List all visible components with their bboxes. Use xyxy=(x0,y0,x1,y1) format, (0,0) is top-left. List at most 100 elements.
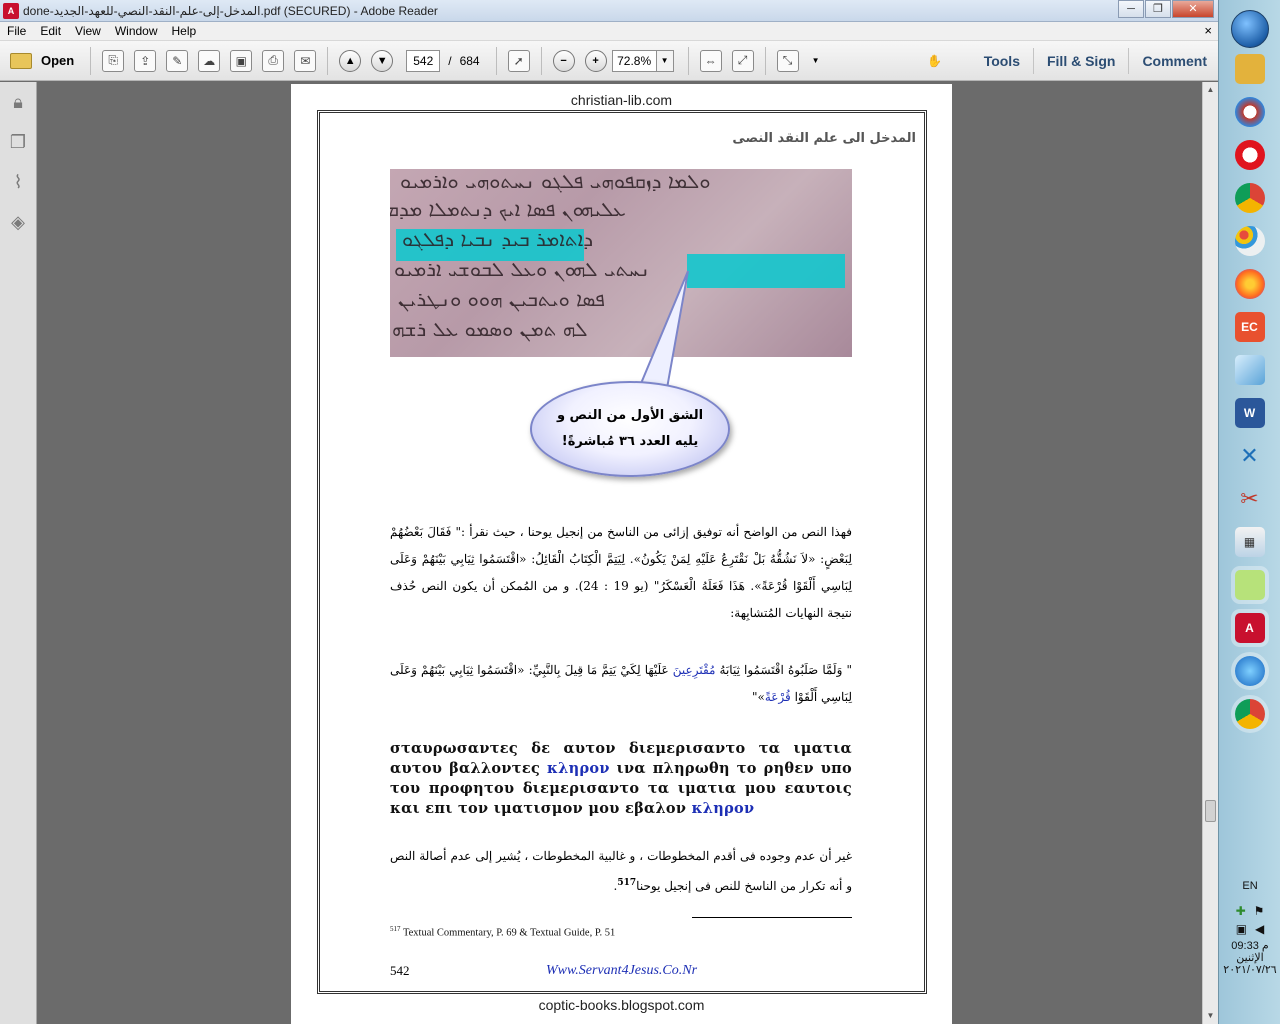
greek-highlight-word: κληρον xyxy=(546,760,610,777)
site-link[interactable]: Www.Servant4Jesus.Co.Nr xyxy=(546,963,697,979)
browser-swirl-icon[interactable] xyxy=(1234,97,1265,127)
sticky-notes-icon[interactable] xyxy=(1230,566,1269,604)
chrome-profile-icon[interactable] xyxy=(1230,695,1269,733)
full-screen-icon[interactable]: ⤡ xyxy=(776,49,799,72)
footnote-reference: 517 xyxy=(617,878,637,888)
update-icon[interactable]: ✚ xyxy=(1236,904,1246,918)
create-pdf-icon[interactable]: ⎘ xyxy=(102,49,125,72)
email-icon[interactable]: ✉ xyxy=(294,49,317,72)
greek-text: σταυρωσαντες δε αυτον διεμερισαντο τα ιμ… xyxy=(390,739,852,819)
zoom-out-button[interactable]: − xyxy=(552,49,575,72)
menu-help[interactable]: Help xyxy=(165,24,204,38)
footnote-number: 517 xyxy=(390,925,401,933)
flag-icon[interactable]: ⚑ xyxy=(1254,904,1265,918)
callout-line-2: يليه العدد ٣٦ مُباشرةً! xyxy=(561,434,699,449)
menu-window[interactable]: Window xyxy=(108,24,165,38)
next-page-button[interactable]: ▼ xyxy=(371,49,394,72)
tools-link[interactable]: Tools xyxy=(971,53,1033,69)
tray-row: ✚ ⚑ xyxy=(1219,904,1280,918)
attachments-icon[interactable]: ⌇ xyxy=(8,172,28,192)
zoom-in-button[interactable]: + xyxy=(584,49,607,72)
windows-taskbar: EC W ✕ ✂ ▦ A EN ✚ ⚑ ▣ ◀ 09:33 م الإثنين … xyxy=(1218,0,1280,1024)
para2-highlight-word: مُقْتَرِعِينَ xyxy=(672,663,716,677)
document-area[interactable]: christian-lib.com المدخل الى علم النقد ا… xyxy=(38,82,1202,1024)
fill-sign-link[interactable]: Fill & Sign xyxy=(1034,53,1128,69)
window-title: done-المدخل-إلى-علم-النقد-النصي-للعهد-ال… xyxy=(23,3,438,18)
system-tray: EN ✚ ⚑ ▣ ◀ 09:33 م الإثنين ٢٠٢١/٠٧/٢٦ xyxy=(1219,880,1280,976)
vertical-scrollbar[interactable]: ▲ ▼ xyxy=(1202,82,1218,1024)
speech-bubble-callout: الشق الأول من النص و يليه العدد ٣٦ مُباش… xyxy=(530,381,730,477)
open-button[interactable]: Open xyxy=(0,46,84,76)
folder-icon xyxy=(10,52,32,69)
screen-recorder-icon[interactable]: EC xyxy=(1234,312,1265,342)
window-controls: ─ ❐ ✕ xyxy=(1117,0,1214,18)
edit-pdf-icon[interactable]: ✎ xyxy=(166,49,189,72)
chrome-icon[interactable] xyxy=(1234,183,1265,213)
clock-day: الإثنين xyxy=(1236,952,1264,964)
network-icon[interactable]: ▣ xyxy=(1236,922,1247,936)
para2-part: " وَلَمَّا صَلَبُوهُ اقْتَسَمُوا ثِيَابَ… xyxy=(715,663,852,677)
fit-width-icon[interactable]: ⇔ xyxy=(699,49,722,72)
firefox-icon[interactable] xyxy=(1234,269,1265,299)
print-icon[interactable]: ⎙ xyxy=(262,49,285,72)
paragraph-3: غير أن عدم وجوده فى أقدم المخطوطات ، و غ… xyxy=(390,843,852,900)
layers-icon[interactable]: ◈ xyxy=(8,212,28,232)
paragraph-2: " وَلَمَّا صَلَبُوهُ اقْتَسَمُوا ثِيَابَ… xyxy=(390,657,852,711)
page-total: 684 xyxy=(459,53,480,68)
menu-view[interactable]: View xyxy=(68,24,108,38)
start-button[interactable] xyxy=(1230,10,1269,48)
scroll-up-icon[interactable]: ▲ xyxy=(1203,82,1218,98)
page-thumbnails-icon[interactable]: ❐ xyxy=(8,132,28,152)
opera-icon[interactable] xyxy=(1234,140,1265,170)
scroll-down-icon[interactable]: ▼ xyxy=(1203,1008,1218,1024)
calculator-icon[interactable]: ▦ xyxy=(1234,527,1265,557)
paint-icon[interactable] xyxy=(1234,226,1265,256)
clock-date: ٢٠٢١/٠٧/٢٦ xyxy=(1223,964,1277,976)
comment-link[interactable]: Comment xyxy=(1129,53,1220,69)
toolbar-separator xyxy=(687,46,689,75)
zoom-dropdown-icon[interactable]: ▼ xyxy=(655,49,674,72)
fit-page-icon[interactable]: ⤢ xyxy=(731,49,754,72)
page-separator: / xyxy=(448,53,452,68)
export-pdf-icon[interactable]: ⇪ xyxy=(134,49,157,72)
upload-cloud-icon[interactable]: ☁ xyxy=(198,49,221,72)
volume-icon[interactable]: ◀ xyxy=(1255,922,1264,936)
hand-tool-icon[interactable]: ✋ xyxy=(924,50,946,72)
video-player-icon[interactable] xyxy=(1230,652,1269,690)
previous-page-button[interactable]: ▲ xyxy=(339,49,362,72)
page-number: 542 xyxy=(390,963,410,978)
menu-file[interactable]: File xyxy=(0,24,33,38)
snipping-tool-icon[interactable]: ✂ xyxy=(1235,484,1265,514)
page-number-input[interactable]: 542 xyxy=(406,49,441,72)
select-cursor-icon[interactable]: ➚ xyxy=(507,49,530,72)
adobe-reader-taskbar-icon[interactable]: A xyxy=(1230,609,1269,647)
restore-button[interactable]: ❐ xyxy=(1145,0,1171,18)
file-explorer-icon[interactable] xyxy=(1234,54,1265,84)
scroll-thumb[interactable] xyxy=(1205,800,1216,822)
lock-icon[interactable]: 🔒︎ xyxy=(8,92,28,112)
word-icon[interactable]: W xyxy=(1234,398,1265,428)
close-document-button[interactable]: × xyxy=(1204,23,1212,38)
zoom-level-input[interactable]: 72.8% xyxy=(611,49,656,72)
more-tools-chevron-icon[interactable]: ▼ xyxy=(812,56,820,65)
page-header-url: christian-lib.com xyxy=(570,92,673,108)
footnote-rule xyxy=(692,917,852,918)
title-bar: A done-المدخل-إلى-علم-النقد-النصي-للعهد-… xyxy=(0,0,1220,22)
toolbar-separator xyxy=(540,46,542,75)
network-tool-icon[interactable]: ✕ xyxy=(1235,441,1265,471)
menu-edit[interactable]: Edit xyxy=(33,24,68,38)
save-icon[interactable]: ▣ xyxy=(230,49,253,72)
virtualbox-cube-icon[interactable] xyxy=(1234,355,1265,385)
clock[interactable]: 09:33 م الإثنين ٢٠٢١/٠٧/٢٦ xyxy=(1219,940,1280,976)
toolbar-separator xyxy=(495,46,497,75)
close-button[interactable]: ✕ xyxy=(1172,0,1214,18)
navigation-panel: 🔒︎ ❐ ⌇ ◈ xyxy=(0,82,37,1024)
page-footer-url: coptic-books.blogspot.com xyxy=(538,997,705,1013)
para2-part: »" xyxy=(751,690,765,704)
minimize-button[interactable]: ─ xyxy=(1118,0,1144,18)
tray-row: ▣ ◀ xyxy=(1219,922,1280,936)
toolbar-separator xyxy=(327,46,329,75)
toolbar-separator xyxy=(90,46,92,75)
page-frame: المدخل الى علم النقد النصى ܘܠܡܐ ܕܙܩܦܘܗܝ … xyxy=(317,110,927,994)
language-indicator[interactable]: EN xyxy=(1219,880,1280,892)
